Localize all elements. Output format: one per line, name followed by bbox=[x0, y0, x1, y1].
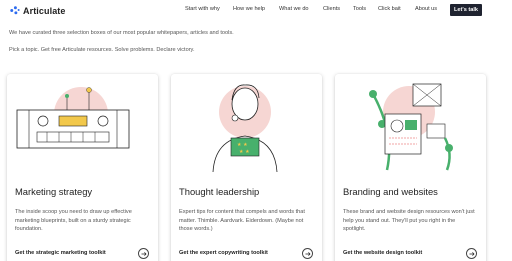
card-branding-and-websites[interactable]: Branding and websites These brand and we… bbox=[335, 74, 486, 261]
arrow-right-icon bbox=[305, 251, 310, 256]
card-title: Marketing strategy bbox=[15, 186, 93, 197]
card-title: Branding and websites bbox=[343, 186, 438, 197]
intro-text-2: Pick a topic. Get free Articulate resour… bbox=[9, 47, 195, 53]
card-description: The inside scoop you need to draw up eff… bbox=[15, 209, 132, 233]
card-title: Thought leadership bbox=[179, 186, 260, 197]
nav-click-bait[interactable]: Click bait bbox=[378, 6, 401, 12]
intro-text-1: We have curated three selection boxes of… bbox=[9, 30, 234, 36]
card-arrow-button[interactable] bbox=[302, 248, 313, 259]
thinker-illustration: ★ ★ ★ ★ bbox=[212, 84, 278, 173]
expert-copywriting-toolkit-link[interactable]: Get the expert copywriting toolkit bbox=[179, 250, 268, 256]
nav-start-with-why[interactable]: Start with why bbox=[185, 6, 220, 12]
top-navigation: Articulate Start with why How we help Wh… bbox=[0, 0, 512, 22]
arrow-right-icon bbox=[469, 251, 474, 256]
arrow-right-icon bbox=[141, 251, 146, 256]
card-thought-leadership[interactable]: ★ ★ ★ ★ Thought leadership Expert tips f… bbox=[171, 74, 322, 261]
svg-text:★ ★: ★ ★ bbox=[237, 142, 248, 148]
design-tools-illustration bbox=[369, 83, 453, 171]
card-description: These brand and website design resources… bbox=[343, 209, 475, 233]
main-nav: Start with why How we help What we do Cl… bbox=[0, 6, 512, 18]
lets-talk-button[interactable]: Let's talk bbox=[450, 4, 482, 16]
svg-text:★ ★: ★ ★ bbox=[239, 149, 250, 155]
strategic-marketing-toolkit-link[interactable]: Get the strategic marketing toolkit bbox=[15, 250, 106, 256]
website-design-toolkit-link[interactable]: Get the website design toolkit bbox=[343, 250, 422, 256]
card-marketing-strategy[interactable]: Marketing strategy The inside scoop you … bbox=[7, 74, 158, 261]
nav-tools[interactable]: Tools bbox=[353, 6, 366, 12]
control-panel-illustration bbox=[16, 87, 130, 149]
nav-how-we-help[interactable]: How we help bbox=[233, 6, 265, 12]
card-description: Expert tips for content that compels and… bbox=[179, 209, 305, 233]
card-arrow-button[interactable] bbox=[138, 248, 149, 259]
page: Articulate Start with why How we help Wh… bbox=[0, 0, 512, 261]
nav-what-we-do[interactable]: What we do bbox=[279, 6, 309, 12]
card-arrow-button[interactable] bbox=[466, 248, 477, 259]
nav-about-us[interactable]: About us bbox=[415, 6, 437, 12]
nav-clients[interactable]: Clients bbox=[323, 6, 340, 12]
